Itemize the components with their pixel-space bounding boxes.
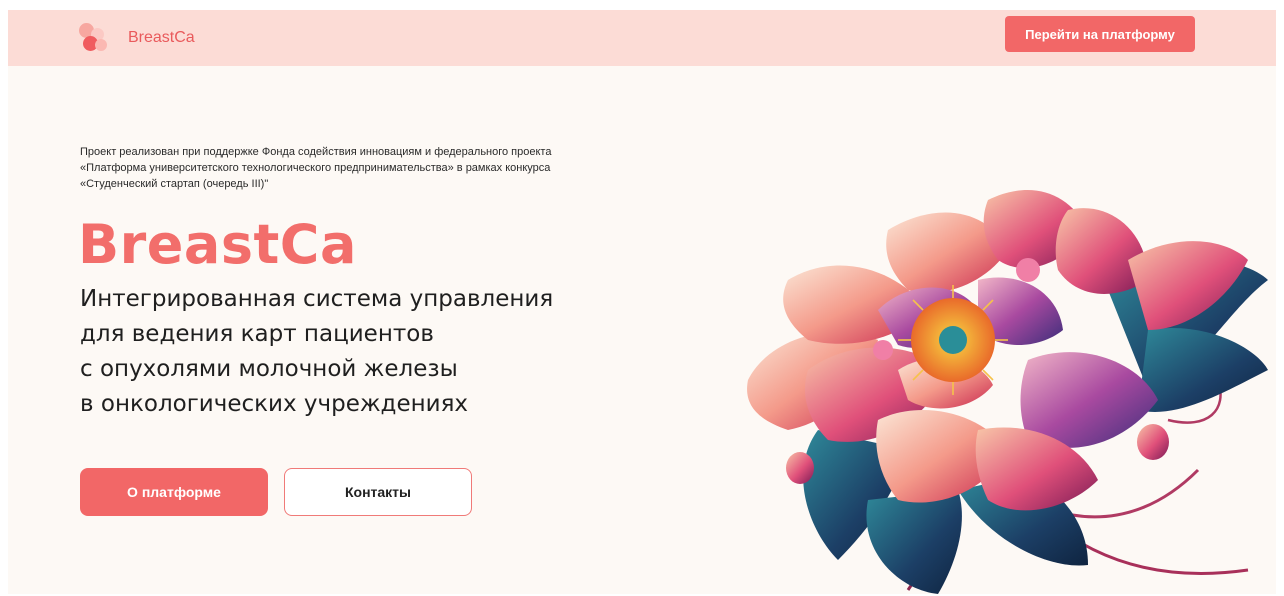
brand-logo-link[interactable]: BreastCa: [78, 20, 195, 56]
about-platform-button[interactable]: О платформе: [80, 468, 268, 516]
support-note: Проект реализован при поддержке Фонда со…: [80, 144, 780, 192]
contacts-button[interactable]: Контакты: [284, 468, 472, 516]
go-to-platform-button[interactable]: Перейти на платформу: [1005, 16, 1195, 52]
hero-subtitle-line: для ведения карт пациентов: [80, 321, 434, 347]
top-navigation-bar: BreastCa Перейти на платформу: [8, 10, 1276, 66]
hero-subtitle-line: Интегрированная система управления: [80, 286, 554, 312]
logo-icon: [78, 21, 112, 55]
hero-title: BreastCa: [78, 213, 357, 276]
hero-subtitle-line: в онкологических учреждениях: [80, 391, 469, 417]
support-note-line: «Студенческий стартап (очередь III)": [80, 178, 269, 190]
lotus-flower-image: [747, 190, 1268, 594]
support-note-line: «Платформа университетского технологичес…: [80, 162, 551, 174]
hero-subtitle: Интегрированная система управления для в…: [80, 282, 700, 422]
hero-subtitle-line: с опухолями молочной железы: [80, 356, 458, 382]
brand-name: BreastCa: [128, 29, 195, 46]
support-note-line: Проект реализован при поддержке Фонда со…: [80, 146, 552, 158]
landing-page: BreastCa Перейти на платформу Проект реа…: [8, 10, 1276, 594]
